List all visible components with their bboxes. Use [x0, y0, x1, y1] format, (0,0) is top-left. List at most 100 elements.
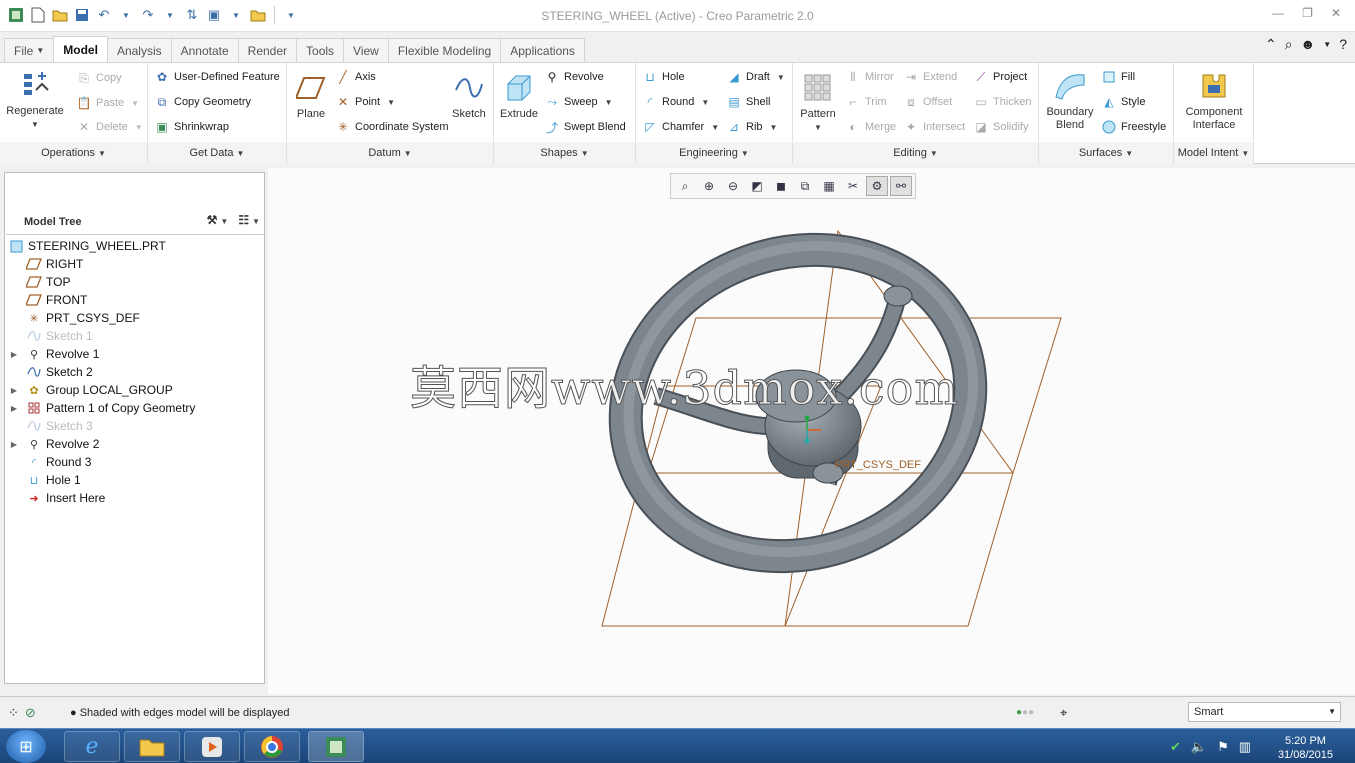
tree-item[interactable]: RIGHT — [8, 255, 260, 273]
tab-model[interactable]: Model — [53, 36, 108, 62]
point-button[interactable]: ✕ Point ▼ — [335, 94, 395, 110]
tab-tools[interactable]: Tools — [296, 38, 345, 62]
draft-button[interactable]: ◢ Draft ▼ — [726, 69, 784, 85]
group-label-shapes[interactable]: Shapes ▼ — [494, 142, 636, 164]
trim-button[interactable]: ⌐ Trim — [845, 94, 886, 110]
tree-settings-icon[interactable]: ⚒ ▼ — [207, 213, 229, 227]
tree-item[interactable]: FRONT — [8, 291, 260, 309]
zoom-out-icon[interactable]: ⊖ — [722, 176, 744, 196]
tree-item[interactable]: STEERING_WHEEL.PRT — [8, 237, 260, 255]
sketch-button[interactable]: Sketch — [449, 71, 489, 121]
explorer-taskbar-icon[interactable] — [124, 731, 180, 762]
group-label-surfaces[interactable]: Surfaces ▼ — [1039, 142, 1174, 164]
round-button[interactable]: ◜ Round ▼ — [642, 94, 710, 110]
tree-item[interactable]: ✳ PRT_CSYS_DEF — [8, 309, 260, 327]
find-icon[interactable]: ⌖ — [1060, 705, 1067, 721]
restore-icon[interactable]: ❐ — [1302, 6, 1313, 20]
copy-geometry-button[interactable]: ⧉ Copy Geometry — [154, 94, 251, 110]
tab-annotate[interactable]: Annotate — [170, 38, 239, 62]
group-label-operations[interactable]: Operations ▼ — [0, 142, 148, 164]
close-icon[interactable]: ✕ — [1331, 6, 1341, 20]
fill-button[interactable]: Fill — [1101, 69, 1135, 85]
tree-item[interactable]: ▶ ✿ Group LOCAL_GROUP — [8, 381, 260, 399]
security-tray-icon[interactable]: ✔ — [1170, 739, 1181, 755]
shrinkwrap-button[interactable]: ▣ Shrinkwrap — [154, 119, 229, 135]
taskbar-clock[interactable]: 5:20 PM 31/08/2015 — [1278, 734, 1333, 762]
toggle-navigator-icon[interactable]: ⁘ — [8, 705, 19, 721]
group-label-model-intent[interactable]: Model Intent ▼ — [1174, 142, 1254, 164]
paste-button[interactable]: 📋 Paste ▼ — [76, 95, 140, 111]
tree-item[interactable]: ◜ Round 3 — [8, 453, 260, 471]
rib-button[interactable]: ⊿ Rib ▼ — [726, 119, 777, 135]
freestyle-button[interactable]: Freestyle — [1101, 119, 1166, 135]
shell-button[interactable]: ▤ Shell — [726, 94, 770, 110]
tab-file[interactable]: File ▼ — [4, 38, 55, 62]
tree-item[interactable]: ➜ Insert Here — [8, 489, 260, 507]
chrome-taskbar-icon[interactable] — [244, 731, 300, 762]
tab-render[interactable]: Render — [237, 38, 298, 62]
project-button[interactable]: ⟋ Project — [973, 69, 1027, 85]
component-interface-button[interactable]: Component Interface — [1180, 69, 1248, 132]
model-viewport[interactable]: PRT_CSYS_DEF — [268, 168, 1355, 694]
tree-item[interactable]: ⊔ Hole 1 — [8, 471, 260, 489]
user-defined-feature-button[interactable]: ✿ User-Defined Feature — [154, 69, 280, 85]
tab-flexible-modeling[interactable]: Flexible Modeling — [387, 38, 502, 62]
extrude-button[interactable]: Extrude — [498, 71, 540, 121]
tab-view[interactable]: View — [343, 38, 389, 62]
style-button[interactable]: ◭ Style — [1101, 94, 1145, 110]
media-player-taskbar-icon[interactable] — [184, 731, 240, 762]
solidify-button[interactable]: ◪ Solidify — [973, 119, 1028, 135]
datum-display-filters-icon[interactable]: ✂ — [842, 176, 864, 196]
collapse-ribbon-icon[interactable]: ⌃ — [1265, 36, 1277, 53]
copy-button[interactable]: ⎘ Copy — [76, 70, 122, 86]
boundary-blend-button[interactable]: Boundary Blend — [1043, 69, 1097, 132]
minimize-icon[interactable]: — — [1272, 6, 1284, 20]
tree-item[interactable]: Sketch 3 — [8, 417, 260, 435]
revolve-button[interactable]: ⚲ Revolve — [544, 69, 604, 85]
group-label-datum[interactable]: Datum ▼ — [287, 142, 494, 164]
group-label-engineering[interactable]: Engineering ▼ — [636, 142, 793, 164]
csys-label[interactable]: PRT_CSYS_DEF — [835, 459, 921, 471]
thicken-button[interactable]: ▭ Thicken — [973, 94, 1031, 110]
axis-button[interactable]: ╱ Axis — [335, 69, 375, 85]
pattern-button[interactable]: Pattern ▼ — [797, 71, 839, 134]
tree-item[interactable]: TOP — [8, 273, 260, 291]
steering-wheel-model[interactable] — [582, 198, 1016, 604]
community-dropdown-icon[interactable]: ▼ — [1323, 36, 1331, 53]
delete-button[interactable]: ✕ Delete ▼ — [76, 119, 143, 135]
volume-tray-icon[interactable]: 🔈 — [1191, 739, 1207, 755]
tree-item[interactable]: ▶ Pattern 1 of Copy Geometry — [8, 399, 260, 417]
hole-button[interactable]: ⊔ Hole — [642, 69, 684, 85]
annotation-display-icon[interactable]: ⚯ — [890, 176, 912, 196]
sweep-button[interactable]: ⤳ Sweep ▼ — [544, 94, 612, 110]
mirror-button[interactable]: ⫴ Mirror — [845, 69, 893, 85]
chamfer-button[interactable]: ◸ Chamfer ▼ — [642, 119, 719, 135]
coordinate-system-button[interactable]: ✳ Coordinate System — [335, 119, 449, 135]
plane-button[interactable]: Plane — [291, 71, 331, 121]
repaint-icon[interactable]: ◩ — [746, 176, 768, 196]
tab-analysis[interactable]: Analysis — [106, 38, 172, 62]
group-label-editing[interactable]: Editing ▼ — [793, 142, 1039, 164]
tree-item[interactable]: ▶ ⚲ Revolve 1 — [8, 345, 260, 363]
start-button-icon[interactable]: ⊞ — [6, 730, 46, 763]
browser-icon[interactable]: ⊘ — [25, 705, 36, 721]
graphics-window[interactable]: PRT_CSYS_DEF — [268, 168, 1355, 694]
search-icon[interactable]: ⌕ — [1285, 36, 1293, 53]
merge-button[interactable]: ◐ Merge — [845, 119, 896, 135]
view-manager-icon[interactable]: ▦ — [818, 176, 840, 196]
display-style-icon[interactable]: ◼ — [770, 176, 792, 196]
swept-blend-button[interactable]: ⤴ Swept Blend — [544, 119, 626, 135]
zoom-in-icon[interactable]: ⊕ — [698, 176, 720, 196]
help-icon[interactable]: ? — [1339, 36, 1347, 53]
creo-taskbar-icon[interactable] — [308, 731, 364, 762]
expand-arrow-icon[interactable]: ▶ — [8, 440, 20, 449]
regeneration-status-icon[interactable]: ●●● — [1016, 707, 1034, 718]
tree-item[interactable]: ▶ ⚲ Revolve 2 — [8, 435, 260, 453]
group-label-get-data[interactable]: Get Data ▼ — [148, 142, 287, 164]
action-center-tray-icon[interactable]: ⚑ — [1217, 739, 1229, 755]
tab-applications[interactable]: Applications — [500, 38, 585, 62]
tree-item[interactable]: Sketch 1 — [8, 327, 260, 345]
spin-center-icon[interactable]: ⚙ — [866, 176, 888, 196]
refit-icon[interactable]: ⌕ — [674, 176, 696, 196]
offset-button[interactable]: ⧈ Offset — [903, 94, 952, 110]
